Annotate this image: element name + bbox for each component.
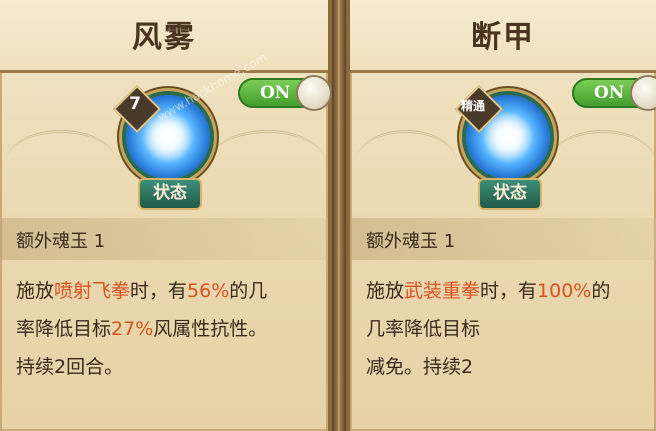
- rank-number: 7: [129, 94, 141, 114]
- desc-text: 时，有: [480, 280, 538, 302]
- decor-swirl-right: [550, 130, 655, 193]
- skill-description: 施放武装重拳时，有100%的 几率降低目标 减免。持续2: [366, 272, 644, 386]
- card-title-bar: 断甲: [350, 0, 656, 73]
- desc-text: 的几: [229, 280, 268, 302]
- desc-text: 率降低目标: [16, 318, 112, 340]
- card-title-bar: 风雾: [0, 0, 328, 73]
- skill-card-right: 断甲 ON 精通 状态 额外魂玉 1 施放武装重拳时，有100%的 几率降低目标…: [346, 0, 656, 431]
- toggle-label: ON: [594, 83, 625, 103]
- desc-text: 几率降低目标: [366, 318, 481, 340]
- toggle-label: ON: [260, 83, 291, 103]
- skill-card-left: 风雾 ON 7 状态 额外魂玉 1 施放喷射飞拳时，有56%的几 率降低目标27…: [0, 0, 332, 431]
- card-divider: [332, 0, 346, 431]
- desc-text: 施放: [16, 280, 55, 302]
- status-badge: 状态: [138, 178, 202, 210]
- desc-highlight-chance: 100%: [537, 280, 592, 302]
- desc-text: 的: [591, 280, 611, 302]
- decor-swirl-left: [6, 130, 116, 193]
- card-title: 断甲: [471, 20, 535, 55]
- card-title: 风雾: [132, 20, 196, 55]
- row-header-label: 额外魂玉 1: [366, 231, 456, 252]
- desc-text: 施放: [366, 280, 405, 302]
- decor-swirl-right: [210, 130, 325, 193]
- status-badge: 状态: [478, 178, 542, 210]
- desc-highlight-skill: 武装重拳: [404, 280, 481, 302]
- skill-toggle[interactable]: ON: [238, 77, 330, 109]
- desc-text: 风属性抗性。: [153, 318, 268, 340]
- desc-text: 时，有: [130, 280, 188, 302]
- row-header-label: 额外魂玉 1: [16, 231, 106, 252]
- skill-description: 施放喷射飞拳时，有56%的几 率降低目标27%风属性抗性。 持续2回合。: [16, 272, 316, 386]
- desc-highlight-skill: 喷射飞拳: [54, 280, 131, 302]
- skill-toggle[interactable]: ON: [572, 77, 656, 109]
- toggle-knob: [632, 77, 656, 109]
- desc-highlight-value: 27%: [111, 318, 154, 340]
- decor-swirl-left: [356, 130, 456, 193]
- row-header: 额外魂玉 1: [0, 218, 328, 260]
- toggle-knob: [298, 77, 330, 109]
- desc-text: 持续2回合。: [16, 356, 124, 378]
- desc-text: 减免。持续2: [366, 356, 474, 378]
- desc-highlight-chance: 56%: [187, 280, 230, 302]
- rank-mastery-label: 精通: [460, 99, 485, 113]
- row-header: 额外魂玉 1: [350, 218, 656, 260]
